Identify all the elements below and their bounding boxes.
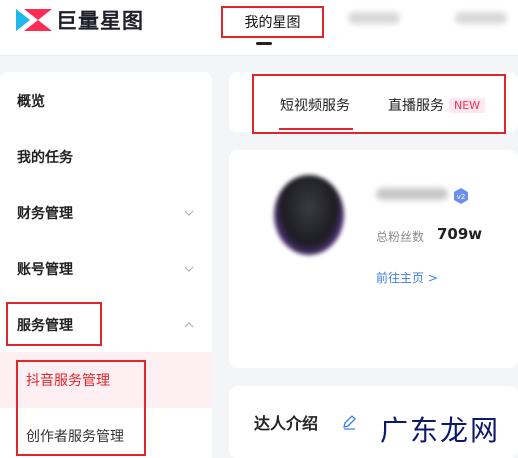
edit-pencil-icon[interactable] [341, 414, 357, 430]
top-header: 巨量星图 我的星图 [0, 0, 518, 56]
tab-blurred-1[interactable] [348, 12, 400, 24]
tab-active-indicator [279, 128, 353, 130]
sidebar-item-label: 我的任务 [17, 150, 73, 166]
tab-live[interactable]: 直播服务 NEW [388, 95, 486, 115]
logo-text: 巨量星图 [56, 9, 144, 33]
verified-v2-icon: v2 [454, 188, 468, 204]
fans-label: 总粉丝数 [376, 230, 425, 244]
logo-icon [16, 9, 52, 31]
profile-name-blurred [376, 188, 448, 200]
sidebar-subitem-douyin-service[interactable]: 抖音服务管理 [0, 352, 212, 408]
fans-value: 709w [437, 225, 483, 243]
chevron-down-icon [184, 210, 194, 216]
tab-live-label: 直播服务 [388, 98, 444, 114]
sidebar-item-label: 概览 [17, 94, 45, 110]
go-to-homepage-link[interactable]: 前往主页 > [376, 269, 438, 286]
watermark-text: 广东龙网 [380, 414, 501, 447]
intro-title: 达人介绍 [254, 414, 319, 433]
sidebar-item-service[interactable]: 服务管理 [0, 297, 212, 353]
sidebar-item-label: 账号管理 [17, 262, 73, 278]
tab-my-xingtu-label: 我的星图 [244, 15, 301, 31]
sidebar-subitem-creator-service[interactable]: 创作者服务管理 [0, 408, 212, 458]
sidebar-item-finance[interactable]: 财务管理 [0, 185, 212, 241]
tab-short-video[interactable]: 短视频服务 [280, 95, 350, 115]
tab-my-xingtu[interactable]: 我的星图 [221, 6, 324, 38]
active-tab-indicator [256, 42, 272, 45]
tab-short-video-label: 短视频服务 [280, 98, 350, 114]
sidebar-item-overview[interactable]: 概览 [0, 73, 212, 129]
sidebar-item-label: 服务管理 [17, 318, 73, 334]
sidebar-item-my-tasks[interactable]: 我的任务 [0, 129, 212, 185]
chevron-up-icon [184, 322, 194, 328]
new-badge: NEW [449, 97, 486, 113]
sidebar-subitem-label: 抖音服务管理 [26, 373, 110, 389]
avatar[interactable] [274, 175, 344, 255]
chevron-down-icon [184, 266, 194, 272]
profile-card [229, 150, 518, 368]
logo[interactable]: 巨量星图 [16, 5, 144, 35]
sidebar-item-label: 财务管理 [17, 206, 73, 222]
sidebar-item-account[interactable]: 账号管理 [0, 241, 212, 297]
tab-blurred-2[interactable] [455, 12, 507, 24]
svg-text:v2: v2 [457, 193, 466, 201]
sidebar-subitem-label: 创作者服务管理 [26, 429, 124, 445]
